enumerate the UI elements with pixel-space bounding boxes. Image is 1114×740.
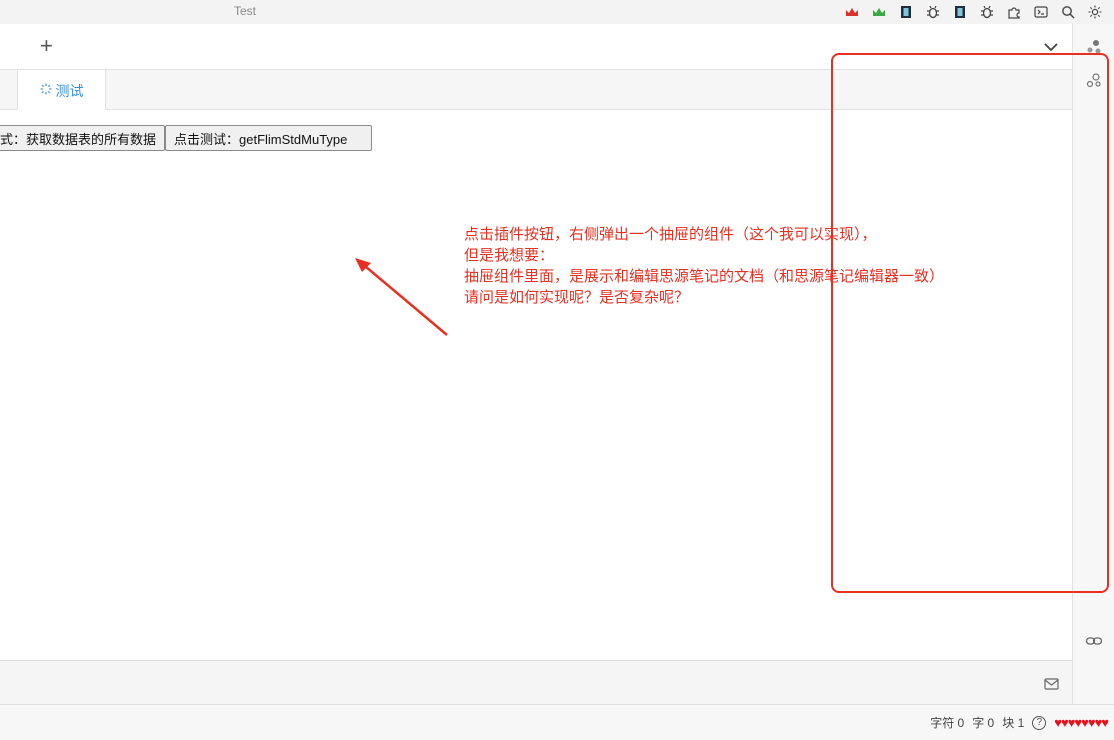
word-count: 字 0 [972, 716, 995, 730]
bug-icon[interactable] [978, 3, 996, 21]
terminal-icon[interactable] [1032, 3, 1050, 21]
crown-red-icon[interactable] [843, 3, 861, 21]
annotation-text: 点击插件按钮，右侧弹出一个抽屉的组件（这个我可以实现）， 但是我想要： 抽屉组件… [464, 226, 945, 306]
film-icon[interactable] [951, 3, 969, 21]
status-bar: 字符 0 字 0 块 1 ? ♥♥♥♥♥♥♥♥ [0, 704, 1114, 740]
tab-toolbar: + [0, 24, 1072, 70]
sun-icon[interactable] [1086, 3, 1104, 21]
annotation-arrow [355, 258, 448, 336]
tab-previous[interactable] [0, 70, 18, 110]
right-dock [1072, 24, 1114, 704]
titlebar-icons [843, 3, 1104, 21]
window-title: Test [234, 4, 257, 18]
crown-green-icon[interactable] [870, 3, 888, 21]
new-tab-button[interactable]: + [40, 35, 53, 57]
fetch-all-data-button[interactable]: 式：获取数据表的所有数据 [0, 125, 165, 151]
link-icon[interactable] [1085, 632, 1103, 650]
title-bar: Test [0, 0, 1114, 24]
block-count: 块 1 [1002, 716, 1025, 730]
help-icon[interactable]: ? [1032, 715, 1047, 730]
search-icon[interactable] [1059, 3, 1077, 21]
film-icon[interactable] [897, 3, 915, 21]
loading-spinner-icon [40, 83, 52, 98]
char-count: 字符 0 [930, 716, 965, 730]
tab-test[interactable]: 测试 [18, 70, 106, 111]
hearts-indicator: ♥♥♥♥♥♥♥♥ [1054, 715, 1109, 730]
chevron-down-icon[interactable] [1043, 39, 1059, 57]
global-graph-icon[interactable] [1085, 72, 1103, 90]
bottom-panel [0, 660, 1072, 704]
editor-content: 式：获取数据表的所有数据 点击测试：getFlimStdMuType 点击插件按… [0, 110, 1072, 660]
tab-label: 测试 [55, 82, 84, 99]
mail-icon[interactable] [1044, 677, 1059, 695]
get-film-type-button[interactable]: 点击测试：getFlimStdMuType [165, 125, 372, 151]
graph-icon[interactable] [1085, 38, 1103, 56]
bug-icon[interactable] [924, 3, 942, 21]
tab-bar: 测试 [0, 70, 1072, 111]
puzzle-icon[interactable] [1005, 3, 1023, 21]
